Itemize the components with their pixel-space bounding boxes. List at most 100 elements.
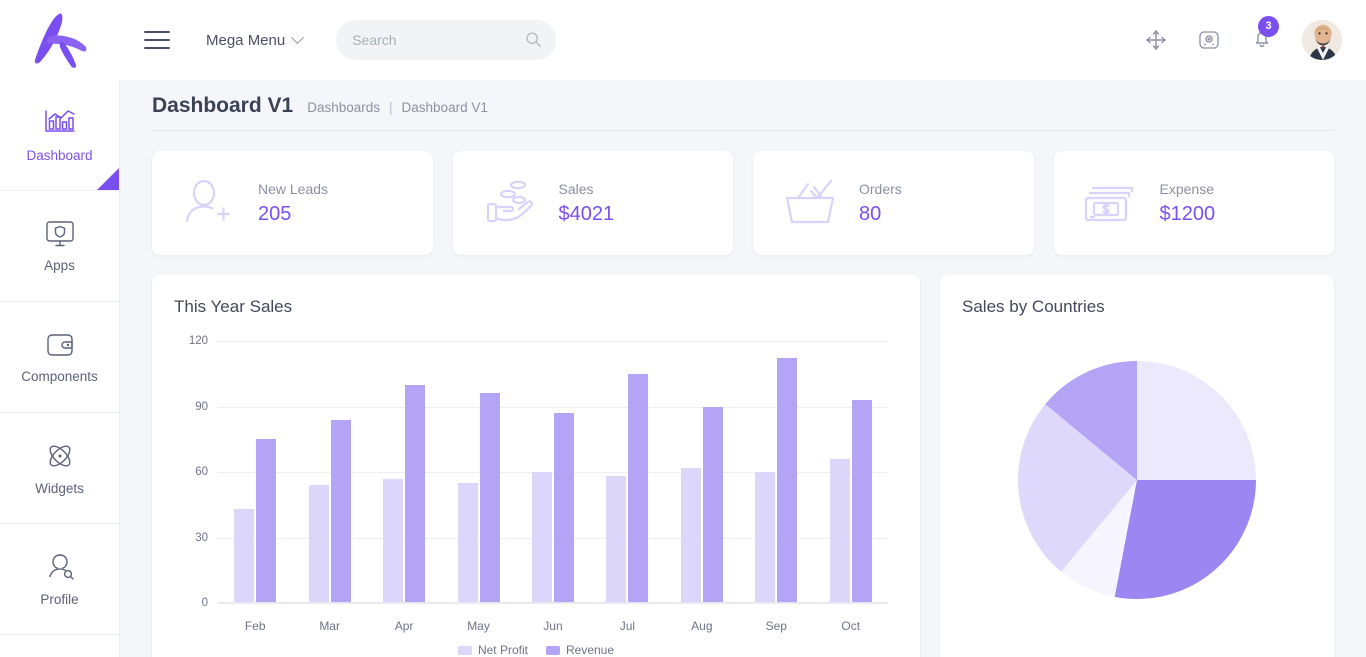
y-axis-tick: 0 xyxy=(201,597,208,609)
this-year-sales-panel: This Year Sales 0 30 60 90 120 Feb Mar Apr May J… xyxy=(152,275,920,657)
pie-chart-graphic xyxy=(1018,361,1256,599)
legend-item[interactable]: Revenue xyxy=(545,643,615,657)
sidebar-item-label: Profile xyxy=(40,591,79,607)
menu-toggle-button[interactable] xyxy=(144,31,170,49)
stat-value: $1200 xyxy=(1159,202,1216,225)
fullscreen-button[interactable] xyxy=(1144,28,1168,52)
x-axis-tick: Feb xyxy=(244,619,266,633)
bar-group xyxy=(665,341,739,603)
bar[interactable] xyxy=(405,384,426,603)
stat-label: Expense xyxy=(1159,180,1214,197)
bar[interactable] xyxy=(330,419,351,603)
x-axis-tick: Aug xyxy=(691,619,713,633)
stat-text: New Leads 205 xyxy=(258,181,328,226)
wallet-icon xyxy=(46,333,73,356)
sidebar-item-label: Widgets xyxy=(35,480,84,496)
bar[interactable] xyxy=(777,358,798,603)
bar-chart: 0 30 60 90 120 Feb Mar Apr May Jun Jul Aug Sep Oct N… xyxy=(174,331,898,657)
bar[interactable] xyxy=(680,467,701,603)
sidebar-item-widgets[interactable]: Widgets xyxy=(0,413,119,524)
avatar-image xyxy=(1302,20,1342,60)
bar[interactable] xyxy=(553,413,574,603)
sidebar-item-dashboard[interactable]: Dashboard xyxy=(0,80,119,191)
stat-value: 80 xyxy=(859,202,882,225)
gridline xyxy=(218,603,888,604)
sidebar-item-components[interactable]: Components xyxy=(0,302,119,413)
bar-group xyxy=(814,341,888,603)
x-axis-labels: Feb Mar Apr May Jun Jul Aug Sep Oct xyxy=(218,619,888,633)
breadcrumb-parent[interactable]: Dashboards xyxy=(307,100,380,115)
mega-menu-dropdown[interactable]: Mega Menu xyxy=(206,30,305,49)
bar[interactable] xyxy=(829,458,850,603)
panel-title-sales: This Year Sales xyxy=(174,297,293,316)
pie-chart xyxy=(962,325,1312,635)
sidebar-item-apps[interactable]: Apps xyxy=(0,191,119,302)
x-axis-tick: Oct xyxy=(841,619,861,633)
top-header: Mega Menu Search 3 xyxy=(0,0,1366,80)
x-axis-tick: Jul xyxy=(619,619,636,633)
page-title: Dashboard V1 xyxy=(152,94,294,117)
y-axis-tick: 120 xyxy=(188,335,208,347)
notifications-button[interactable]: 3 xyxy=(1250,15,1279,55)
stat-label: Orders xyxy=(859,180,902,197)
sales-by-countries-panel: Sales by Countries xyxy=(940,275,1334,657)
panel-title-countries: Sales by Countries xyxy=(962,297,1105,316)
money-stack-icon xyxy=(1080,173,1142,233)
user-plus-icon xyxy=(178,173,240,233)
bar[interactable] xyxy=(383,478,404,603)
bar-group xyxy=(739,341,813,603)
stat-text: Sales $4021 xyxy=(559,181,615,226)
y-axis-tick: 90 xyxy=(195,400,208,413)
bar[interactable] xyxy=(256,439,277,603)
stat-card-expense[interactable]: Expense $1200 xyxy=(1053,151,1334,255)
brand-logo-icon xyxy=(34,13,87,68)
stat-card-sales[interactable]: Sales $4021 xyxy=(452,151,733,255)
user-avatar[interactable] xyxy=(1302,20,1342,60)
stat-text: Expense $1200 xyxy=(1160,181,1216,226)
chart-bar-icon xyxy=(44,109,75,132)
x-axis-tick: Apr xyxy=(394,619,414,633)
bar-group xyxy=(292,341,366,603)
breadcrumb-current: Dashboard V1 xyxy=(401,100,488,115)
bar[interactable] xyxy=(234,509,255,603)
legend-label: Revenue xyxy=(565,643,615,657)
bar[interactable] xyxy=(606,476,627,603)
hamburger-line xyxy=(144,47,170,49)
logo-container[interactable] xyxy=(0,0,120,80)
stat-card-orders[interactable]: Orders 80 xyxy=(753,151,1034,255)
sidebar-item-profile[interactable]: Profile xyxy=(0,524,119,635)
stat-cards-row: New Leads 205 Sales $4021 Orders 80 Expe… xyxy=(152,151,1334,255)
bar[interactable] xyxy=(457,482,478,603)
bar-chart-plot: 0 30 60 90 120 xyxy=(189,335,888,609)
x-axis-tick: Mar xyxy=(319,619,340,633)
search-input[interactable] xyxy=(352,32,541,48)
search-icon[interactable] xyxy=(525,31,542,48)
stat-value: 205 xyxy=(258,202,292,225)
bar[interactable] xyxy=(531,472,552,603)
header-actions: 3 xyxy=(1144,15,1342,60)
legend-item[interactable]: Net Profit xyxy=(457,643,528,657)
chart-panels-row: This Year Sales 0 30 60 90 120 Feb Mar Apr May J… xyxy=(152,275,1334,657)
hand-coins-icon xyxy=(479,173,541,233)
sidebar-item-label: Dashboard xyxy=(26,147,93,163)
search-box[interactable] xyxy=(336,20,557,60)
fullscreen-icon xyxy=(1146,30,1166,50)
bar[interactable] xyxy=(628,373,649,603)
stat-card-new-leads[interactable]: New Leads 205 xyxy=(152,151,433,255)
y-axis-tick: 60 xyxy=(195,466,208,478)
bar[interactable] xyxy=(755,472,776,603)
bar[interactable] xyxy=(851,399,872,603)
bar[interactable] xyxy=(479,393,500,603)
page-header: Dashboard V1 Dashboards | Dashboard V1 xyxy=(152,80,1334,131)
bar[interactable] xyxy=(308,485,329,603)
bar-group xyxy=(441,341,515,603)
breadcrumb-separator: | xyxy=(389,100,393,115)
hamburger-line xyxy=(144,39,170,41)
bar[interactable] xyxy=(702,406,723,603)
screenshot-button[interactable] xyxy=(1196,27,1222,53)
x-axis-tick: Jun xyxy=(543,619,563,633)
screenshot-icon xyxy=(1199,31,1219,49)
hamburger-line xyxy=(144,31,170,33)
stat-value: $4021 xyxy=(558,202,615,225)
mega-menu-label: Mega Menu xyxy=(206,31,286,49)
